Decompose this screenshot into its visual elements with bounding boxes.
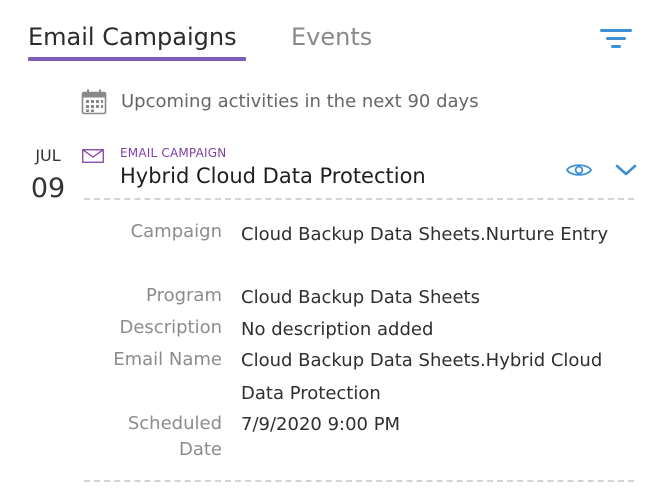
detail-label-campaign: Campaign	[130, 221, 222, 242]
detail-value-scheduled-date: 7/9/2020 9:00 PM	[241, 414, 401, 435]
divider	[84, 198, 634, 200]
detail-value-campaign: Cloud Backup Data Sheets.Nurture Entry	[241, 224, 609, 245]
calendar-icon	[81, 89, 107, 115]
detail-label-scheduled-date: Scheduled Date	[127, 413, 222, 460]
detail-label-email-name: Email Name	[113, 349, 222, 370]
filter-button[interactable]	[599, 26, 633, 52]
expand-button[interactable]	[614, 162, 638, 178]
activities-panel: Email Campaigns Events Upcoming activiti…	[0, 0, 672, 496]
activity-title[interactable]: Hybrid Cloud Data Protection	[120, 162, 426, 190]
detail-value-description: No description added	[241, 319, 434, 340]
tab-events[interactable]: Events	[291, 22, 372, 52]
activity-month: JUL	[35, 146, 61, 165]
divider	[84, 480, 634, 482]
view-button[interactable]	[565, 162, 593, 178]
detail-label-program: Program	[146, 285, 222, 306]
chevron-down-icon	[615, 164, 637, 176]
detail-value-program: Cloud Backup Data Sheets	[241, 287, 480, 308]
activity-day: 09	[30, 173, 66, 204]
detail-label-description: Description	[119, 317, 222, 338]
tab-email-campaigns[interactable]: Email Campaigns	[28, 22, 237, 52]
active-tab-indicator	[28, 57, 246, 61]
mail-icon	[82, 149, 104, 163]
activity-type-label: EMAIL CAMPAIGN	[120, 146, 227, 160]
upcoming-activities-text: Upcoming activities in the next 90 days	[121, 91, 479, 112]
detail-value-email-name: Cloud Backup Data Sheets.Hybrid Cloud Da…	[241, 350, 603, 404]
eye-icon	[565, 164, 593, 176]
filter-icon	[600, 29, 632, 48]
